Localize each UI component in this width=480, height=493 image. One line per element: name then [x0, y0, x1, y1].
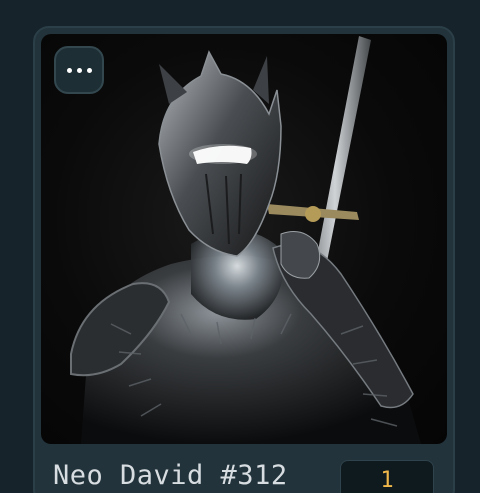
dot	[66, 67, 72, 73]
sword-pommel	[305, 206, 321, 222]
page: Neo David #312 1	[0, 0, 480, 493]
visor-halo	[189, 144, 257, 164]
nft-title[interactable]: Neo David #312	[53, 460, 288, 491]
gauntlet-hand	[280, 231, 321, 279]
nft-card[interactable]: Neo David #312 1	[33, 26, 455, 493]
more-horizontal-icon	[66, 67, 92, 73]
dot	[86, 67, 92, 73]
dot	[76, 67, 82, 73]
nft-image[interactable]	[41, 34, 447, 444]
more-options-button[interactable]	[54, 46, 104, 94]
edition-count-badge: 1	[340, 460, 434, 493]
card-footer: Neo David #312 1	[35, 444, 453, 493]
knight-artwork	[70, 36, 421, 444]
